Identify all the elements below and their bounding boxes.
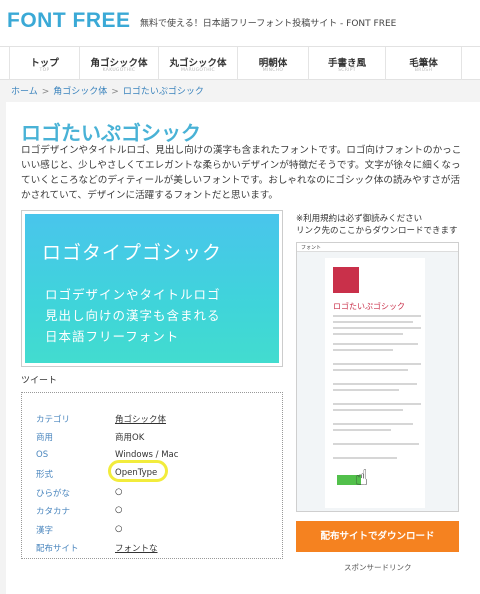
spec-row-hiragana: ひらがな ○	[22, 484, 282, 502]
preview-text-line	[333, 343, 418, 345]
nav-item-sublabel: MINCHO	[262, 68, 284, 73]
spec-label: 配布サイト	[36, 544, 79, 554]
breadcrumb-home[interactable]: ホーム	[11, 87, 38, 97]
distribution-site-preview[interactable]: フォント ロゴたいぷゴシック ☝	[296, 242, 459, 512]
spec-row-category: カテゴリ 角ゴシック体	[22, 410, 282, 428]
nav-item-sublabel: SCRIPT	[338, 68, 356, 73]
preview-title: ロゴたいぷゴシック	[333, 302, 405, 311]
preview-thumbnail	[333, 267, 359, 293]
spec-label: 漢字	[36, 526, 54, 536]
preview-text-line	[333, 349, 393, 351]
terms-notice: ※利用規約は必ず御読みください	[296, 214, 423, 224]
nav-item-marugothic[interactable]: 丸ゴシック体 MARUGOTHIC	[158, 47, 237, 80]
nav-item-brush[interactable]: 毛筆体 BRUSH	[385, 47, 462, 80]
download-button[interactable]: 配布サイトでダウンロード	[296, 521, 459, 552]
preview-text-line	[333, 389, 399, 391]
preview-text-line	[333, 315, 421, 317]
sponsored-link-label: スポンサードリンク	[344, 563, 412, 572]
nav-item-script[interactable]: 手書き風 SCRIPT	[308, 47, 385, 80]
font-spec-table: カテゴリ 角ゴシック体 商用 商用OK OS Windows / Mac 形式 …	[21, 392, 283, 559]
nav-item-sublabel: TOP	[39, 68, 50, 73]
spec-row-kanji: 漢字 ○	[22, 521, 282, 539]
breadcrumb-separator: >	[111, 87, 119, 97]
preview-logo: フォント	[301, 245, 322, 251]
breadcrumb-bar: ホーム > 角ゴシック体 > ロゴたいぷゴシック	[0, 80, 480, 100]
preview-header: フォント	[297, 243, 458, 252]
breadcrumb: ホーム > 角ゴシック体 > ロゴたいぷゴシック	[11, 84, 204, 97]
spec-label: ひらがな	[36, 489, 71, 499]
spec-label: OS	[36, 450, 49, 460]
preview-text-line	[333, 443, 419, 445]
sample-line-1: ロゴデザインやタイトルロゴ	[45, 287, 221, 302]
content-panel: ロゴたいぷゴシック ロゴデザインやタイトルロゴ、見出し向けの漢字も含まれたフォン…	[6, 102, 480, 594]
preview-text-line	[333, 363, 421, 365]
nav-item-label: 角ゴシック体	[90, 58, 148, 69]
breadcrumb-separator: >	[41, 87, 50, 97]
nav-item-label: 明朝体	[258, 58, 288, 69]
distribution-site-link[interactable]: フォントな	[115, 542, 158, 554]
nav-item-label: 手書き風	[327, 58, 366, 69]
nav-item-top[interactable]: トップ TOP	[9, 47, 79, 80]
preview-text-line	[333, 423, 413, 425]
preview-text-line	[333, 457, 397, 459]
spec-value: OpenType	[115, 468, 158, 478]
spec-label: 商用	[36, 433, 54, 443]
preview-text-line	[333, 369, 408, 371]
sample-line-2: 見出し向けの漢字も含まれる	[45, 308, 221, 323]
preview-text-line	[333, 383, 417, 385]
nav-item-mincho[interactable]: 明朝体 MINCHO	[237, 47, 308, 80]
font-description: ロゴデザインやタイトルロゴ、見出し向けの漢字も含まれたフォントです。ロゴ向けフォ…	[21, 145, 462, 201]
spec-value: Windows / Mac	[115, 450, 179, 460]
nav-item-sublabel: KAKUGOTHIC	[102, 68, 136, 73]
download-notice: ※利用規約は必ず御読みください リンク先のここからダウンロードできます	[296, 213, 458, 237]
site-header: FONT FREE 無料で使える！日本語フリーフォント投稿サイト - FONT …	[0, 0, 480, 46]
preview-text-line	[333, 409, 403, 411]
spec-label: 形式	[36, 470, 54, 480]
breadcrumb-category[interactable]: 角ゴシック体	[53, 87, 107, 97]
site-logo[interactable]: FONT FREE	[7, 9, 131, 33]
spec-row-format: 形式 OpenType	[22, 465, 282, 483]
nav-item-label: 丸ゴシック体	[169, 58, 227, 69]
preview-text-line	[333, 403, 421, 405]
font-sample-image: ロゴタイプゴシック ロゴデザインやタイトルロゴ 見出し向けの漢字も含まれる 日本…	[21, 210, 283, 367]
nav-item-kakugothic[interactable]: 角ゴシック体 KAKUGOTHIC	[79, 47, 158, 80]
category-link[interactable]: 角ゴシック体	[115, 413, 166, 425]
spec-row-distribution: 配布サイト フォントな	[22, 539, 282, 557]
spec-value: 商用OK	[115, 433, 145, 443]
nav-item-label: 毛筆体	[409, 58, 438, 69]
preview-text-line	[333, 327, 421, 329]
spec-row-katakana: カタカナ ○	[22, 502, 282, 520]
nav-item-sublabel: BRUSH	[414, 68, 433, 73]
spec-label: カタカナ	[36, 507, 71, 517]
nav-item-label: トップ	[30, 58, 59, 69]
download-hint: リンク先のここからダウンロードできます	[296, 226, 458, 236]
preview-text-line	[333, 429, 391, 431]
main-nav: トップ TOP 角ゴシック体 KAKUGOTHIC 丸ゴシック体 MARUGOT…	[0, 46, 480, 80]
font-sample-background: ロゴタイプゴシック ロゴデザインやタイトルロゴ 見出し向けの漢字も含まれる 日本…	[25, 214, 279, 363]
spec-row-commercial: 商用 商用OK	[22, 428, 282, 446]
sample-line-3: 日本語フリーフォント	[45, 329, 180, 344]
spec-value: ○	[115, 487, 123, 497]
preview-text-line	[333, 321, 413, 323]
tweet-button[interactable]: ツイート	[21, 373, 57, 386]
site-tagline: 無料で使える！日本語フリーフォント投稿サイト - FONT FREE	[140, 19, 397, 29]
spec-label: カテゴリ	[36, 415, 71, 425]
breadcrumb-current[interactable]: ロゴたいぷゴシック	[123, 87, 204, 97]
spec-value: ○	[115, 505, 123, 515]
hand-pointer-icon: ☝	[355, 466, 369, 491]
sample-title: ロゴタイプゴシック	[42, 242, 223, 264]
preview-text-line	[333, 333, 403, 335]
nav-item-sublabel: MARUGOTHIC	[180, 68, 215, 73]
page-title: ロゴたいぷゴシック	[21, 121, 201, 145]
spec-value: ○	[115, 524, 123, 534]
